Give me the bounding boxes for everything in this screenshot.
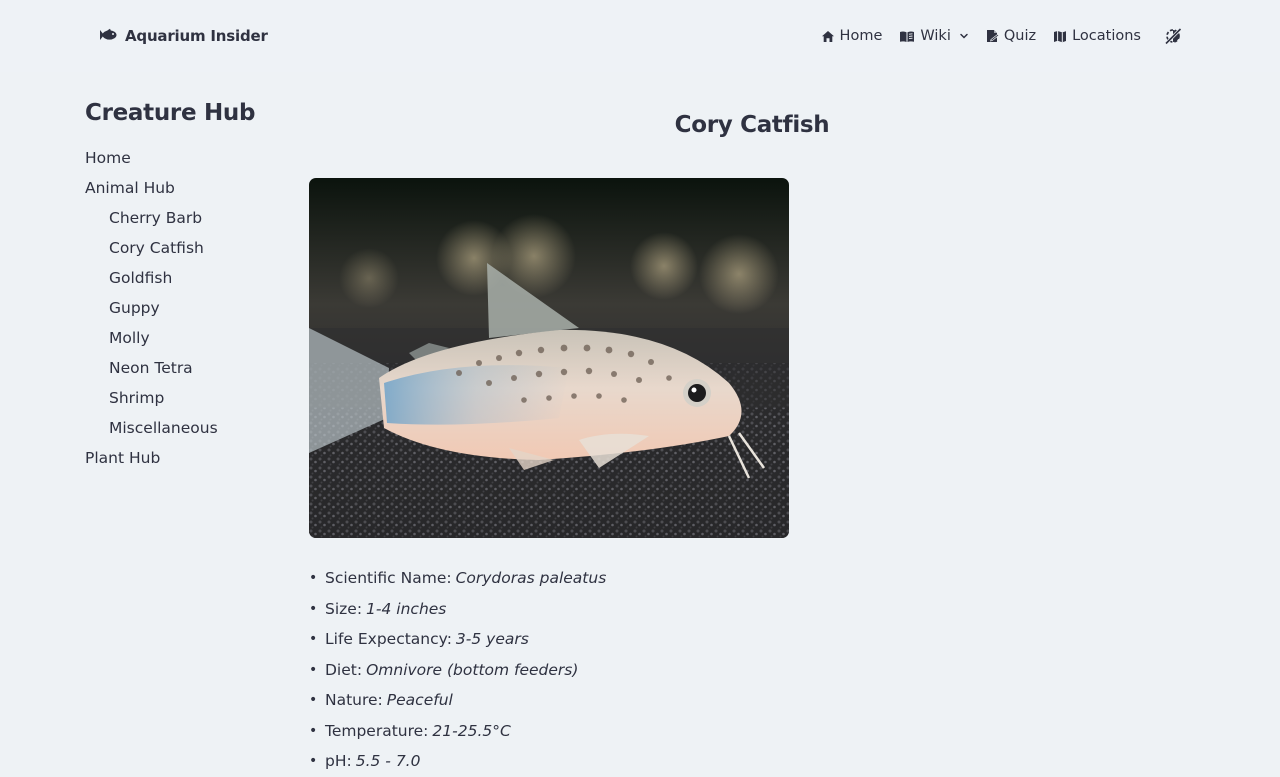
theme-toggle-icon[interactable] [1162,25,1184,47]
fact-value: 21-25.5°C [432,721,511,740]
main-nav: Home Wiki Quiz Locations [821,25,1141,47]
fact-ph: • pH: 5.5 - 7.0 [309,746,606,777]
fact-size: • Size: 1-4 inches [309,594,606,625]
fact-list: • Scientific Name: Corydoras paleatus • … [309,563,606,777]
bullet: • [309,570,318,586]
fact-scientific-name: • Scientific Name: Corydoras paleatus [309,563,606,594]
home-icon [821,30,835,43]
sidebar-item-shrimp[interactable]: Shrimp [85,383,305,413]
sidebar-item-guppy[interactable]: Guppy [85,293,305,323]
fact-value: Peaceful [386,691,453,709]
bullet: • [309,692,318,708]
fact-life-expectancy: • Life Expectancy: 3-5 years [309,624,606,655]
fact-label: Life Expectancy: [325,630,452,648]
fact-label: pH: [325,752,352,770]
brand-name: Aquarium Insider [125,27,268,45]
book-icon [899,30,915,43]
nav-label: Wiki [920,28,951,44]
sidebar-item-miscellaneous[interactable]: Miscellaneous [85,413,305,443]
fact-label: Temperature: [325,721,429,740]
sidebar-item-home[interactable]: Home [85,143,305,173]
fish-icon [99,27,117,46]
site-header: Aquarium Insider Home Wiki Quiz Location… [0,0,1280,72]
bullet: • [309,631,318,647]
chevron-down-icon [959,32,969,40]
fact-label: Scientific Name: [325,569,452,587]
fact-label: Nature: [325,691,383,709]
fact-diet: • Diet: Omnivore (bottom feeders) [309,655,606,686]
nav-quiz[interactable]: Quiz [986,28,1036,44]
fact-temperature: • Temperature: 21-25.5°C [309,716,606,747]
cory-catfish-photo [309,178,789,538]
map-icon [1053,30,1067,43]
sidebar-item-cory-catfish[interactable]: Cory Catfish [85,233,305,263]
sidebar-list: Home Animal Hub Cherry Barb Cory Catfish… [85,143,305,473]
sidebar-item-animal-hub[interactable]: Animal Hub [85,173,305,203]
nav-label: Home [839,28,883,44]
bullet: • [309,661,318,678]
nav-label: Locations [1072,28,1141,44]
page-title: Cory Catfish [674,112,830,138]
fact-value: 5.5 - 7.0 [355,752,421,770]
fact-value: 3-5 years [455,630,529,648]
bullet: • [309,753,318,769]
nav-wiki[interactable]: Wiki [899,28,968,44]
fact-value: 1-4 inches [366,599,447,618]
fact-label: Size: [325,599,363,618]
nav-home[interactable]: Home [821,28,883,44]
fact-nature: • Nature: Peaceful [309,685,606,716]
sidebar: Creature Hub Home Animal Hub Cherry Barb… [85,96,285,467]
fact-label: Diet: [325,660,363,679]
bullet: • [309,722,318,739]
bullet: • [309,600,318,617]
nav-locations[interactable]: Locations [1053,28,1141,44]
nav-label: Quiz [1003,28,1037,44]
fact-value: Omnivore (bottom feeders) [366,660,579,679]
brand-link[interactable]: Aquarium Insider [99,26,268,46]
sidebar-item-neon-tetra[interactable]: Neon Tetra [85,353,305,383]
sidebar-item-molly[interactable]: Molly [85,323,305,353]
fact-value: Corydoras paleatus [455,569,607,587]
sidebar-item-plant-hub[interactable]: Plant Hub [85,443,305,473]
quiz-icon [986,29,999,43]
sidebar-item-goldfish[interactable]: Goldfish [85,263,305,293]
sidebar-title: Creature Hub [85,100,256,126]
sidebar-item-cherry-barb[interactable]: Cherry Barb [85,203,305,233]
